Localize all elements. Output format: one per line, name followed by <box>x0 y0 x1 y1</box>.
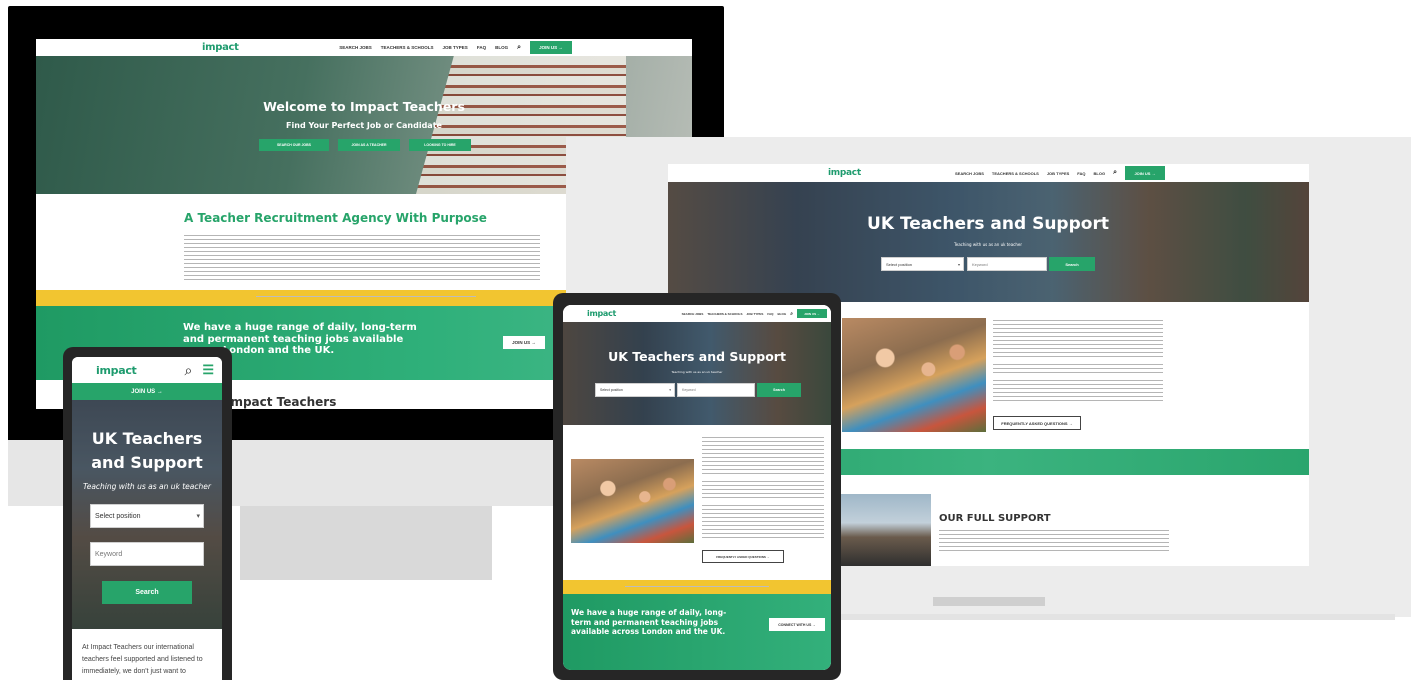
laptop-base-bar <box>933 597 1045 606</box>
search-icon[interactable]: ⌕ <box>185 362 193 379</box>
nav-faq[interactable]: FAQ <box>477 45 486 50</box>
laptop-support-title: OUR FULL SUPPORT <box>939 513 1051 524</box>
phone-hero: UK Teachers and Support Teaching with us… <box>72 400 222 629</box>
phone-body-text: At Impact Teachers our international tea… <box>82 644 203 675</box>
phone-nav: impact ⌕ ☰ <box>72 357 222 383</box>
tablet-connect-button[interactable]: CONNECT WITH US → <box>769 618 825 631</box>
tablet-hero: UK Teachers and Support Teaching with us… <box>563 322 831 425</box>
phone-position-select[interactable]: Select position <box>90 504 204 528</box>
tablet-green-banner: We have a huge range of daily, long-term… <box>563 594 831 670</box>
laptop-faq-button[interactable]: FREQUENTLY ASKED QUESTIONS → <box>993 416 1081 430</box>
tablet-banner-text: We have a huge range of daily, long-term… <box>571 608 727 636</box>
laptop-nav-job-types[interactable]: JOB TYPES <box>1047 171 1069 176</box>
laptop-paragraph-1 <box>993 320 1163 360</box>
tablet-paragraph-2 <box>702 481 824 501</box>
tablet-nav-faq[interactable]: FAQ <box>767 312 773 316</box>
laptop-search-button[interactable]: Search <box>1049 257 1095 271</box>
tablet-paragraph-3 <box>702 505 824 541</box>
nav-teachers-schools[interactable]: TEACHERS & SCHOOLS <box>381 45 434 50</box>
tablet-search-button[interactable]: Search <box>757 383 801 397</box>
laptop-join-button[interactable]: JOIN US → <box>1125 166 1165 180</box>
laptop-position-select[interactable]: Select position <box>881 257 964 271</box>
desktop-hero-title: Welcome to Impact Teachers <box>263 99 465 114</box>
phone-logo[interactable]: impact <box>96 364 137 377</box>
laptop-nav-blog[interactable]: BLOG <box>1094 171 1106 176</box>
search-icon[interactable]: ⌕ <box>790 311 793 317</box>
desktop-paragraph <box>184 235 540 281</box>
desktop-section-title: A Teacher Recruitment Agency With Purpos… <box>184 211 487 225</box>
tablet-logo[interactable]: impact <box>587 309 616 318</box>
laptop-hero-title: UK Teachers and Support <box>867 214 1109 234</box>
laptop-nav-faq[interactable]: FAQ <box>1077 171 1085 176</box>
tablet-yellow-text <box>625 586 769 588</box>
banner-join-button[interactable]: JOIN US → <box>503 336 545 349</box>
join-us-button[interactable]: JOIN US → <box>530 41 572 54</box>
tablet-nav-search-jobs[interactable]: SEARCH JOBS <box>682 312 704 316</box>
nav-search-jobs[interactable]: SEARCH JOBS <box>339 45 372 50</box>
laptop-keyword-input[interactable]: Keyword <box>967 257 1047 271</box>
tablet-position-select[interactable]: Select position <box>595 383 675 397</box>
phone-keyword-input[interactable]: Keyword <box>90 542 204 566</box>
laptop-logo[interactable]: impact <box>828 168 861 178</box>
phone-screen: impact ⌕ ☰ JOIN US → UK Teachers and Sup… <box>72 357 222 680</box>
laptop-support-text <box>939 530 1169 552</box>
hamburger-menu-icon[interactable]: ☰ <box>202 362 214 378</box>
search-jobs-button[interactable]: SEARCH OUR JOBS <box>259 139 329 151</box>
tablet-classroom-photo <box>571 459 694 543</box>
tablet-nav: impact SEARCH JOBS TEACHERS & SCHOOLS JO… <box>563 305 831 322</box>
desktop-nav: impact SEARCH JOBS TEACHERS & SCHOOLS JO… <box>36 39 692 56</box>
tablet-hero-subtitle: Teaching with us as an uk teacher <box>671 370 723 374</box>
tablet-nav-blog[interactable]: BLOG <box>778 312 787 316</box>
tablet-paragraph-1 <box>702 437 824 477</box>
desktop-next-title: Impact Teachers <box>226 395 337 409</box>
tablet-hero-title: UK Teachers and Support <box>608 349 786 364</box>
laptop-hero: UK Teachers and Support Teaching with us… <box>668 182 1309 302</box>
laptop-support-photo <box>838 494 931 566</box>
looking-hire-button[interactable]: LOOKING TO HIRE <box>409 139 471 151</box>
nav-job-types[interactable]: JOB TYPES <box>443 45 468 50</box>
tablet-screen: impact SEARCH JOBS TEACHERS & SCHOOLS JO… <box>563 305 831 670</box>
tablet-nav-teachers[interactable]: TEACHERS & SCHOOLS <box>707 312 742 316</box>
desktop-monitor-stand <box>240 506 492 580</box>
tablet-nav-job-types[interactable]: JOB TYPES <box>747 312 764 316</box>
laptop-hero-subtitle: Teaching with us as an uk teacher <box>953 242 1023 247</box>
laptop-paragraph-2 <box>993 364 1163 376</box>
tablet-faq-button[interactable]: FREQUENTLY ASKED QUESTIONS → <box>702 550 784 563</box>
phone-hero-subtitle: Teaching with us as an uk teacher <box>83 482 211 491</box>
nav-blog[interactable]: BLOG <box>495 45 508 50</box>
join-teacher-button[interactable]: JOIN AS A TEACHER <box>338 139 400 151</box>
laptop-nav: impact SEARCH JOBS TEACHERS & SCHOOLS JO… <box>668 164 1309 182</box>
laptop-paragraph-3 <box>993 380 1163 404</box>
laptop-nav-teachers[interactable]: TEACHERS & SCHOOLS <box>992 171 1039 176</box>
desktop-logo[interactable]: impact <box>202 42 239 53</box>
phone-search-button[interactable]: Search <box>102 581 192 604</box>
tablet-keyword-input[interactable]: Keyword <box>677 383 755 397</box>
search-icon[interactable]: ⌕ <box>517 44 521 52</box>
tablet-join-button[interactable]: JOIN US → <box>797 309 827 318</box>
search-icon[interactable]: ⌕ <box>1113 169 1117 177</box>
yellow-strip-text <box>256 296 476 298</box>
desktop-hero-subtitle: Find Your Perfect Job or Candidate <box>286 121 442 130</box>
phone-hero-title: UK Teachers and Support <box>91 429 203 472</box>
laptop-classroom-photo <box>842 318 986 432</box>
laptop-nav-search-jobs[interactable]: SEARCH JOBS <box>955 171 984 176</box>
phone-join-bar[interactable]: JOIN US → <box>72 383 222 400</box>
